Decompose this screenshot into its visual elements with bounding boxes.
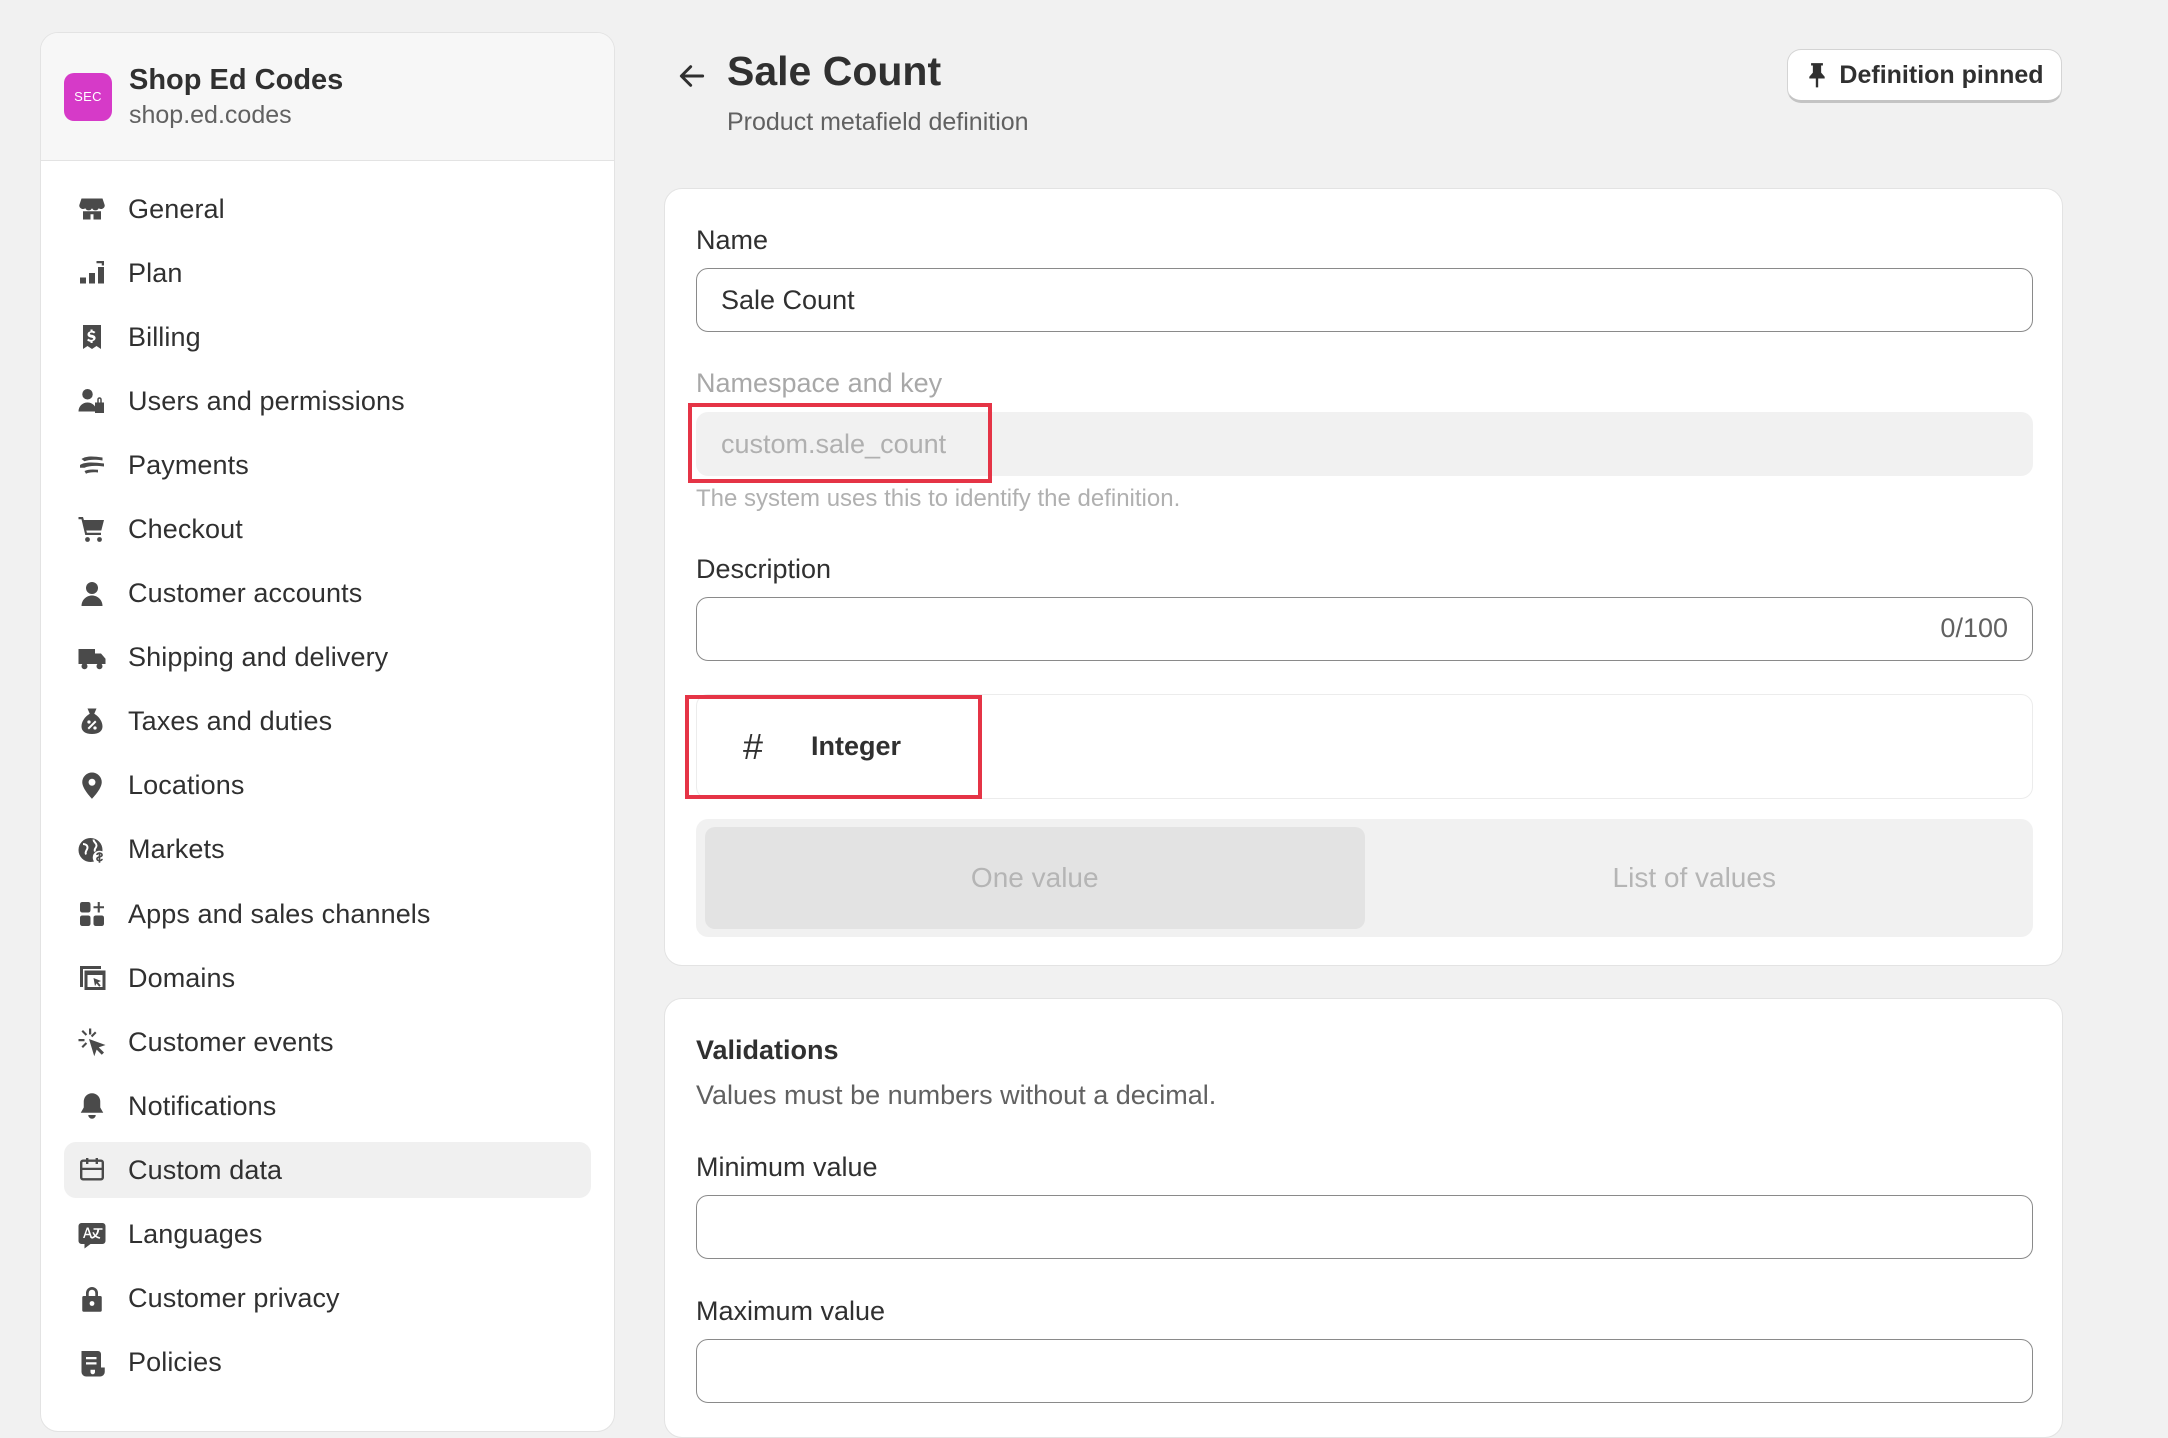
store-name: Shop Ed Codes [129,63,344,96]
minimum-value-input[interactable] [696,1195,2033,1259]
cart-icon [76,513,108,545]
store-info: Shop Ed Codes shop.ed.codes [129,62,343,132]
person-icon [76,578,108,610]
store-avatar: SEC [64,72,112,121]
sidebar-item-customer-accounts[interactable]: Customer accounts [64,566,591,622]
sidebar-item-custom-data[interactable]: Custom data [64,1142,591,1199]
sidebar-item-billing[interactable]: Billing [64,309,591,365]
maximum-value-label: Maximum value [696,1296,886,1326]
definition-pinned-label: Definition pinned [1839,60,2044,89]
namespace-key-input [696,412,2033,476]
validations-card: Validations Values must be numbers witho… [664,998,2063,1438]
name-input[interactable] [696,268,2033,332]
sidebar-item-label: Billing [128,321,201,352]
back-button[interactable] [672,56,712,96]
settings-nav: General Plan Billing Users and permissio… [41,161,614,1391]
sidebar-item-label: Markets [128,834,225,865]
sidebar-item-label: Customer events [128,1026,334,1057]
sidebar-item-checkout[interactable]: Checkout [64,501,591,557]
apps-icon [76,898,108,930]
sidebar-item-apps-and-sales-channels[interactable]: Apps and sales channels [64,886,591,942]
list-of-values-option[interactable]: List of values [1365,827,2025,929]
policies-icon [76,1347,108,1379]
minimum-value-label: Minimum value [696,1152,878,1182]
sidebar-item-label: Customer privacy [128,1283,340,1314]
sidebar-item-label: Users and permissions [128,385,405,416]
sidebar-item-label: Customer accounts [128,578,363,609]
store-icon [76,193,108,225]
sidebar-item-label: Apps and sales channels [128,898,431,929]
sidebar-item-domains[interactable]: Domains [64,950,591,1006]
domains-icon [76,962,108,994]
one-value-option[interactable]: One value [705,827,1365,929]
billing-icon [76,321,108,353]
validations-title: Validations [696,1035,839,1065]
sidebar-item-customer-privacy[interactable]: Customer privacy [64,1271,591,1327]
sidebar-item-label: Policies [128,1347,222,1378]
type-label: Integer [811,731,902,761]
hash-icon: # [743,725,764,767]
plan-icon [76,257,108,289]
definition-card: Name Namespace and key The system uses t… [664,188,2063,966]
lock-icon [76,1283,108,1315]
users-icon [76,385,108,417]
sidebar-item-policies[interactable]: Policies [64,1335,591,1391]
tax-icon [76,706,108,738]
sidebar-item-plan[interactable]: Plan [64,245,591,301]
sidebar-item-label: Locations [128,770,245,801]
sidebar-item-label: Shipping and delivery [128,642,389,673]
type-selector[interactable]: # Integer [696,694,2033,799]
arrow-left-icon [679,65,705,87]
sidebar-item-general[interactable]: General [64,181,591,237]
sidebar-item-shipping-and-delivery[interactable]: Shipping and delivery [64,630,591,686]
namespace-help-text: The system uses this to identify the def… [696,485,1181,512]
sidebar-item-taxes-and-duties[interactable]: Taxes and duties [64,694,591,750]
truck-icon [76,642,108,674]
payments-icon [76,449,108,481]
validations-description: Values must be numbers without a decimal… [696,1080,1217,1110]
sidebar-item-label: Custom data [128,1154,283,1185]
name-label: Name [696,225,769,255]
sidebar-item-languages[interactable]: Languages [64,1207,591,1263]
custom-data-icon [76,1154,108,1186]
sidebar-item-users-and-permissions[interactable]: Users and permissions [64,373,591,429]
sidebar-item-label: Domains [128,962,236,993]
page-subtitle: Product metafield definition [727,108,1029,136]
maximum-value-input[interactable] [696,1339,2033,1403]
globe-icon [76,834,108,866]
location-icon [76,770,108,802]
description-char-count: 0/100 [1940,613,2008,643]
namespace-label: Namespace and key [696,368,943,398]
definition-pinned-button[interactable]: Definition pinned [1787,49,2062,103]
sidebar-item-label: Languages [128,1219,263,1249]
page-title: Sale Count [727,48,942,94]
settings-sidebar: SEC Shop Ed Codes shop.ed.codes General … [40,32,615,1432]
sidebar-item-customer-events[interactable]: Customer events [64,1014,591,1070]
description-input[interactable] [696,597,2033,661]
cursor-icon [76,1026,108,1058]
sidebar-item-label: Notifications [128,1090,277,1121]
store-header[interactable]: SEC Shop Ed Codes shop.ed.codes [41,33,614,161]
sidebar-item-label: Payments [128,449,249,480]
pin-icon [1809,63,1826,88]
description-label: Description [696,554,832,584]
sidebar-item-label: Plan [128,257,183,288]
bell-icon [76,1090,108,1122]
value-count-toggle: One value List of values [696,819,2033,937]
store-url: shop.ed.codes [129,100,292,129]
sidebar-item-payments[interactable]: Payments [64,437,591,493]
sidebar-item-locations[interactable]: Locations [64,758,591,814]
sidebar-item-label: Taxes and duties [128,706,333,737]
sidebar-item-label: Checkout [128,513,243,544]
sidebar-item-notifications[interactable]: Notifications [64,1078,591,1134]
language-icon [76,1219,108,1251]
sidebar-item-label: General [128,193,225,224]
sidebar-item-markets[interactable]: Markets [64,822,591,878]
